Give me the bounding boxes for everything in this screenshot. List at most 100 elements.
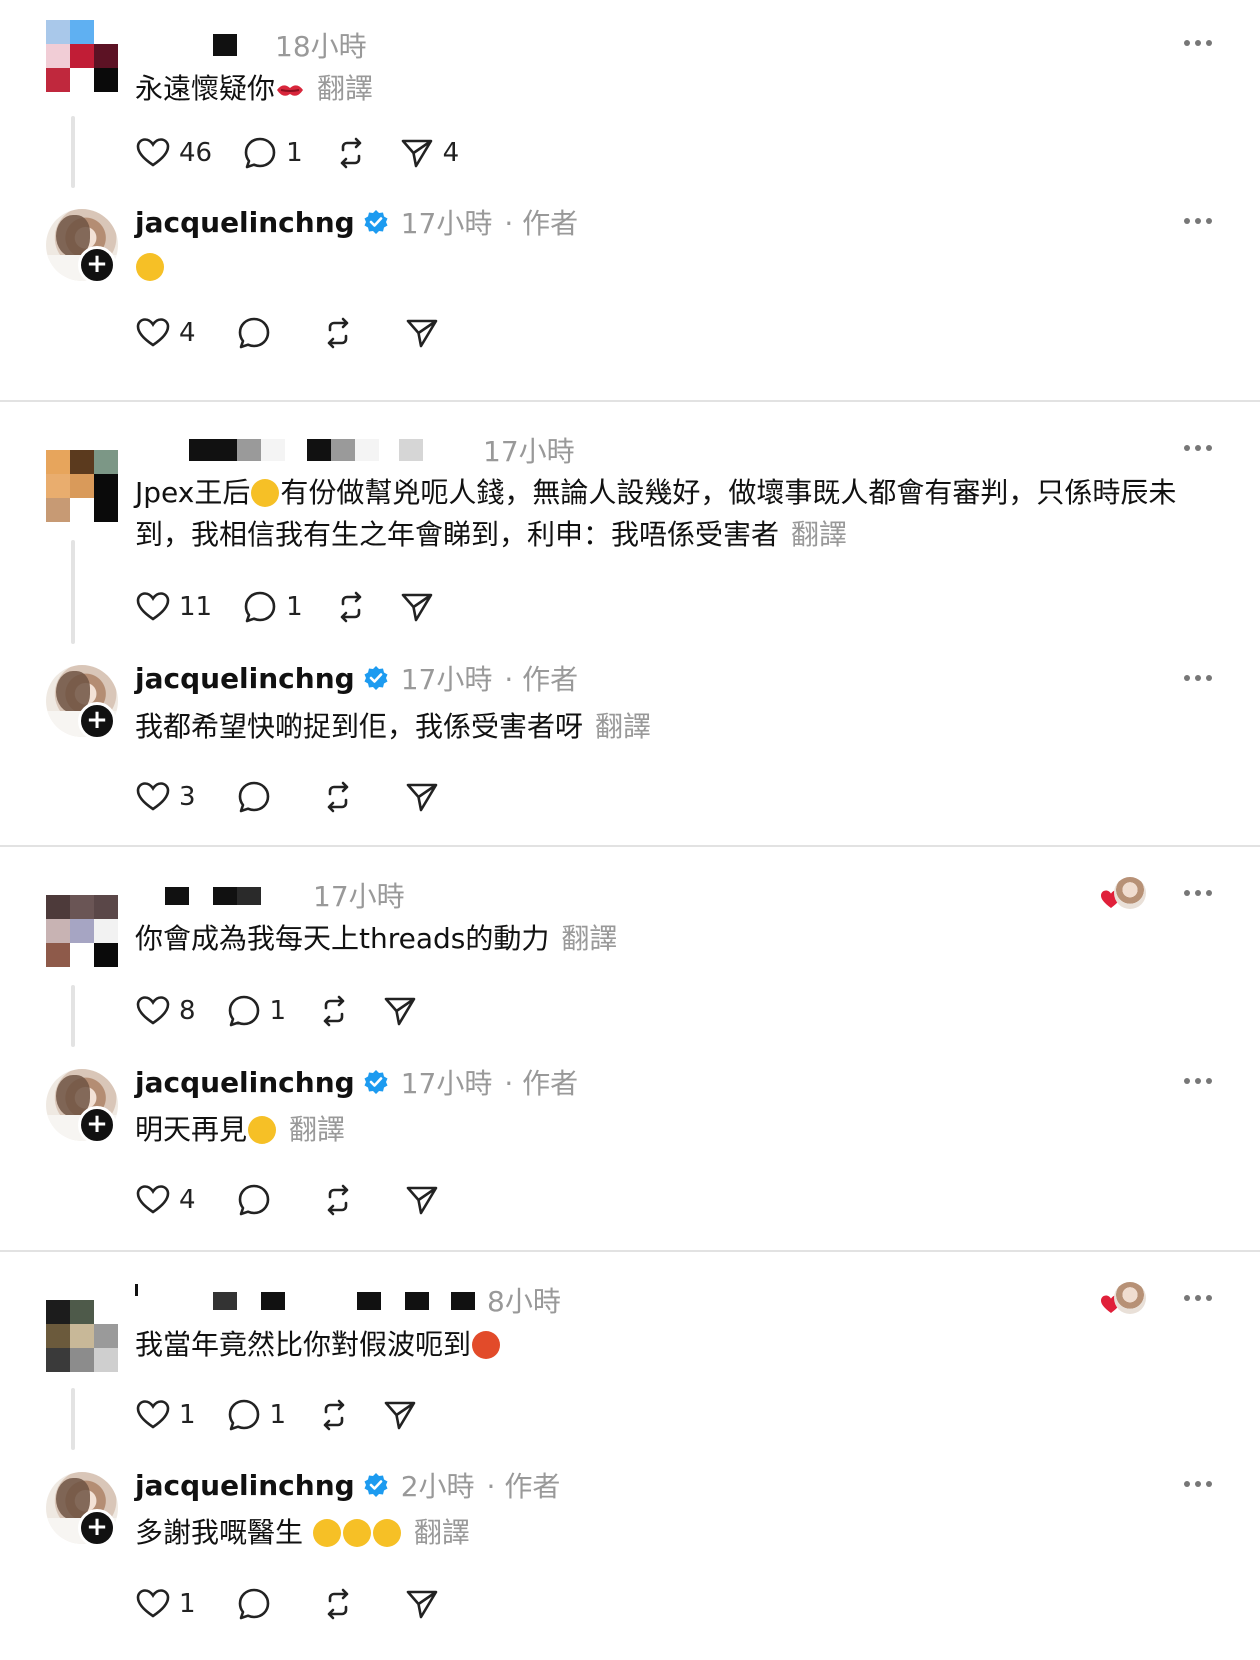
more-options-icon[interactable] (1184, 1295, 1212, 1303)
author-label: · 作者 (504, 663, 579, 696)
like-button[interactable]: 1 (135, 1586, 196, 1622)
repost-button[interactable] (320, 1182, 356, 1218)
reply-button[interactable]: 1 (226, 993, 287, 1029)
comment-header: 8小時 (135, 1280, 561, 1320)
username[interactable]: jacquelinchng (135, 1469, 355, 1502)
more-options-icon[interactable] (1184, 40, 1212, 48)
thread-connector (71, 540, 75, 644)
like-button[interactable]: 4 (135, 1182, 196, 1218)
share-button[interactable]: 4 (399, 135, 460, 171)
share-button[interactable] (404, 1586, 440, 1622)
share-button[interactable] (399, 589, 435, 625)
username[interactable]: jacquelinchng (135, 206, 355, 239)
share-button[interactable] (404, 315, 440, 351)
heart-outline-icon (136, 1589, 170, 1618)
action-bar: 4 (135, 1180, 470, 1220)
timestamp: 18小時 (275, 30, 367, 63)
comment-header: 17小時 (135, 430, 575, 470)
speech-bubble-icon (244, 591, 276, 623)
more-options-icon[interactable] (1184, 1481, 1212, 1489)
more-options-icon[interactable] (1184, 445, 1212, 453)
reply-header: jacquelinchng 17小時 · 作者 (135, 1062, 578, 1102)
follow-plus-icon[interactable]: + (78, 246, 116, 284)
action-bar: 8 1 (135, 991, 448, 1031)
action-bar: 46 1 4 (135, 133, 489, 173)
author-label: · 作者 (486, 1470, 561, 1503)
reply-button[interactable]: 1 (242, 589, 303, 625)
reply-button[interactable] (236, 315, 272, 351)
speech-bubble-icon (238, 1588, 269, 1620)
reply-text: 我都希望快啲捉到佢，我係受害者呀 翻譯 (135, 710, 652, 743)
like-button[interactable]: 3 (135, 779, 196, 815)
author-mini-avatar (1114, 877, 1146, 909)
reply-button[interactable] (236, 1182, 272, 1218)
reply-button[interactable]: 1 (242, 135, 303, 171)
share-button[interactable] (404, 1182, 440, 1218)
username[interactable]: jacquelinchng (135, 662, 355, 695)
like-button[interactable]: 11 (135, 589, 212, 625)
reply-button[interactable] (236, 779, 272, 815)
paper-plane-icon (406, 319, 437, 348)
repost-arrows-icon (327, 317, 348, 349)
thread-divider (0, 400, 1260, 402)
verified-badge-icon (364, 210, 388, 234)
heart-outline-icon (136, 1400, 170, 1429)
follow-plus-icon[interactable]: + (78, 1106, 116, 1144)
share-button[interactable] (382, 993, 418, 1029)
speech-bubble-icon (228, 995, 259, 1027)
repost-button[interactable] (320, 779, 356, 815)
avatar[interactable] (46, 450, 118, 522)
repost-button[interactable] (333, 589, 369, 625)
repost-arrows-icon (323, 1399, 345, 1431)
translate-link[interactable]: 翻譯 (317, 72, 373, 105)
masked-username[interactable] (165, 885, 313, 905)
reply-button[interactable]: 1 (226, 1397, 287, 1433)
translate-link[interactable]: 翻譯 (289, 1113, 345, 1146)
masked-username[interactable] (135, 1284, 475, 1310)
like-button[interactable]: 8 (135, 993, 196, 1029)
username[interactable]: jacquelinchng (135, 1066, 355, 1099)
more-options-icon[interactable] (1184, 1078, 1212, 1086)
heart-outline-icon (136, 996, 170, 1025)
timestamp: 8小時 (487, 1285, 561, 1318)
share-button[interactable] (404, 779, 440, 815)
translate-link[interactable]: 翻譯 (561, 922, 617, 955)
rolling-laughing-emoji-icon (372, 1519, 401, 1547)
reply-header: jacquelinchng 17小時 · 作者 (135, 658, 578, 698)
follow-plus-icon[interactable]: + (78, 702, 116, 740)
repost-button[interactable] (320, 315, 356, 351)
translate-link[interactable]: 翻譯 (414, 1516, 470, 1549)
repost-button[interactable] (316, 1397, 352, 1433)
paper-plane-icon (401, 593, 432, 622)
avatar[interactable] (46, 1300, 118, 1372)
translate-link[interactable]: 翻譯 (791, 518, 847, 551)
like-button[interactable]: 1 (135, 1397, 196, 1433)
follow-plus-icon[interactable]: + (78, 1509, 116, 1547)
like-button[interactable]: 46 (135, 135, 212, 171)
repost-button[interactable] (316, 993, 352, 1029)
more-options-icon[interactable] (1184, 890, 1212, 898)
grimacing-emoji-icon (248, 1116, 277, 1144)
masked-username[interactable] (189, 439, 479, 461)
reply-button[interactable] (236, 1586, 272, 1622)
masked-username[interactable] (213, 34, 237, 56)
repost-arrows-icon (340, 591, 361, 623)
repost-arrows-icon (327, 781, 348, 813)
repost-arrows-icon (327, 1588, 348, 1620)
translate-link[interactable]: 翻譯 (595, 710, 651, 743)
like-button[interactable]: 4 (135, 315, 196, 351)
repost-button[interactable] (320, 1586, 356, 1622)
more-options-icon[interactable] (1184, 218, 1212, 226)
more-options-icon[interactable] (1184, 675, 1212, 683)
like-count: 1 (179, 1589, 196, 1619)
share-button[interactable] (382, 1397, 418, 1433)
speech-bubble-icon (244, 137, 276, 169)
avatar[interactable] (46, 20, 118, 92)
repost-arrows-icon (340, 137, 361, 169)
avatar[interactable] (46, 895, 118, 967)
repost-button[interactable] (333, 135, 369, 171)
reply-count: 1 (269, 996, 287, 1026)
reply-count: 1 (269, 1400, 287, 1430)
share-count: 4 (442, 138, 460, 168)
heart-outline-icon (136, 318, 170, 347)
